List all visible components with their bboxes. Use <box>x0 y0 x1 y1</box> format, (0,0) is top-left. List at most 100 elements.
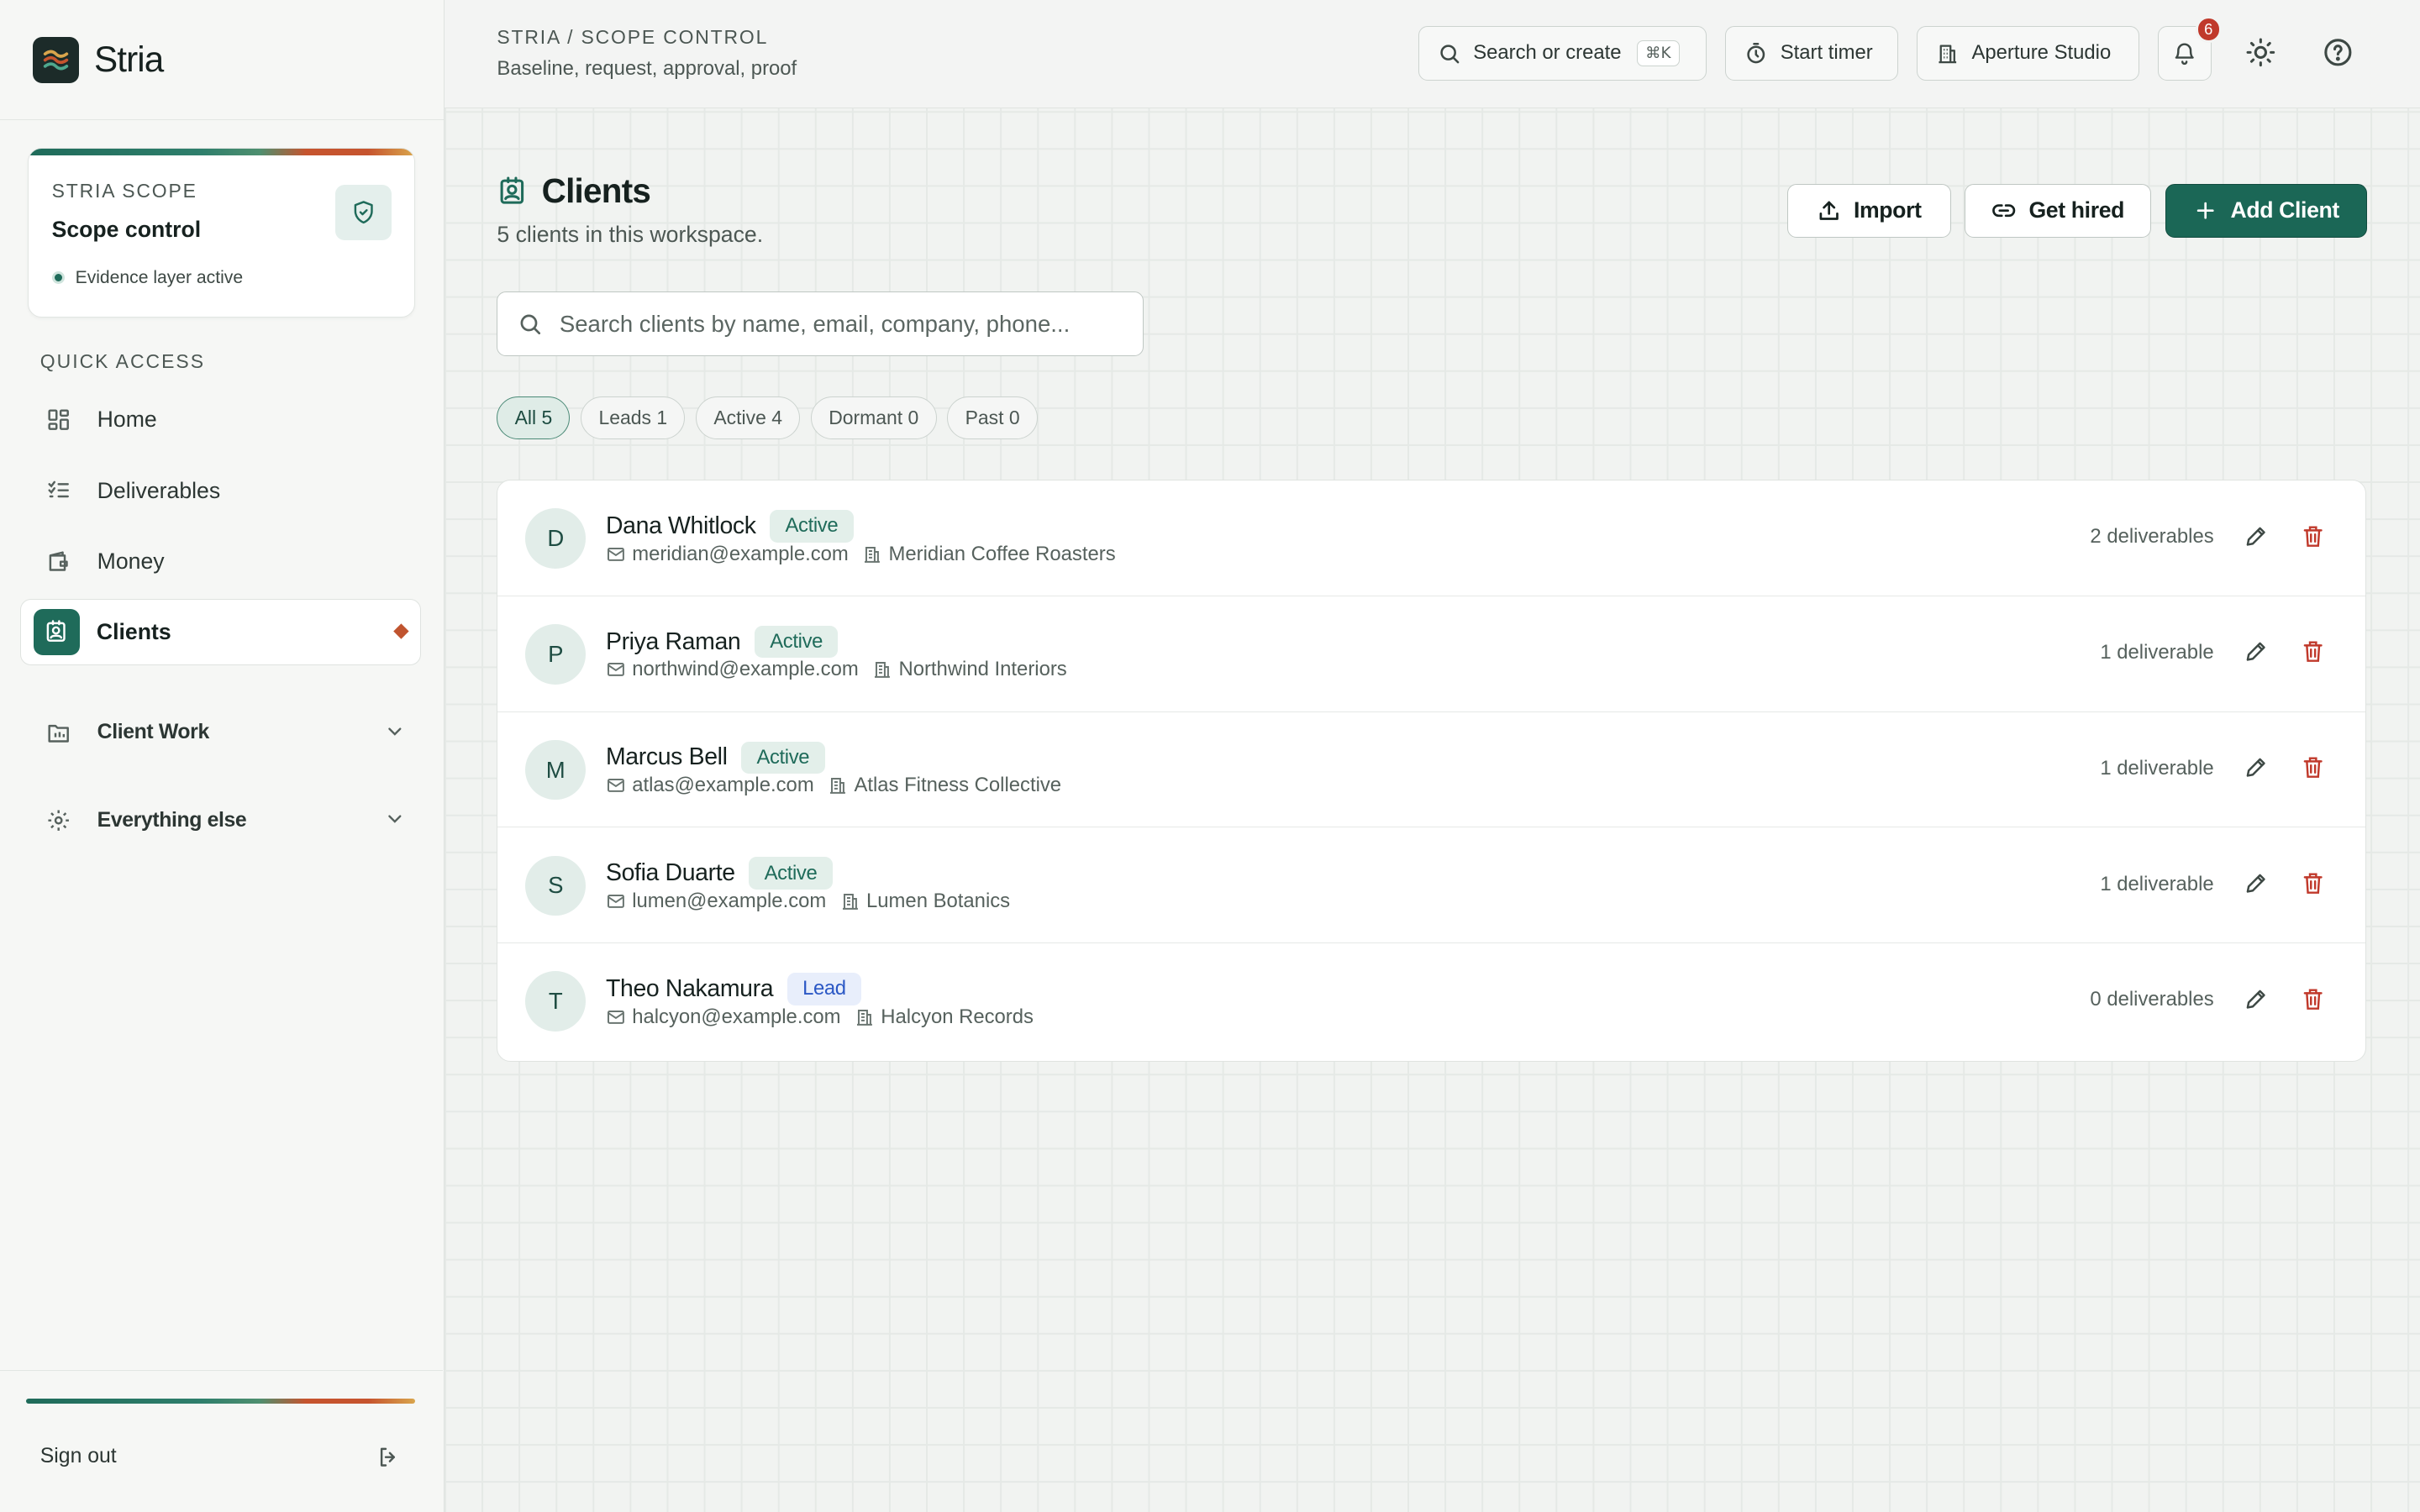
status-badge: Active <box>749 857 833 890</box>
client-search[interactable] <box>497 291 1144 357</box>
sidebar-item-money[interactable]: Money <box>20 528 422 596</box>
status-badge: Active <box>770 510 854 543</box>
client-name[interactable]: Sofia Duarte <box>606 859 735 887</box>
client-name-line: Theo Nakamura Lead <box>606 973 862 1005</box>
help-circle-icon[interactable] <box>2323 37 2354 75</box>
pencil-icon[interactable] <box>2244 755 2268 780</box>
stria-logo-icon <box>32 36 79 83</box>
deliverable-count: 1 deliverable <box>2100 756 2214 780</box>
topbar: STRIA / SCOPE CONTROL Baseline, request,… <box>444 0 2420 108</box>
filter-active[interactable]: Active 4 <box>696 396 801 440</box>
client-company: Northwind Interiors <box>898 658 1067 681</box>
deliverable-count: 2 deliverables <box>2090 525 2214 549</box>
scope-card[interactable]: STRIA SCOPE Scope control Evidence layer… <box>28 148 416 318</box>
filter-dormant[interactable]: Dormant 0 <box>811 396 937 440</box>
avatar: S <box>525 855 587 916</box>
client-company: Lumen Botanics <box>866 889 1011 912</box>
theme-toggle-sun-icon[interactable] <box>2245 37 2276 75</box>
import-label: Import <box>1853 197 1922 223</box>
avatar: P <box>525 624 587 685</box>
keyboard-shortcut: ⌘K <box>1636 40 1680 66</box>
contact-badge-icon <box>33 608 80 655</box>
client-email: northwind@example.com <box>632 658 859 681</box>
mail-icon <box>606 775 626 795</box>
chevron-down-icon <box>384 721 406 748</box>
client-name[interactable]: Dana Whitlock <box>606 512 756 540</box>
get-hired-label: Get hired <box>2028 197 2125 223</box>
client-company: Halcyon Records <box>881 1005 1034 1028</box>
client-row[interactable]: T Theo Nakamura Lead halcyon@example.com… <box>497 943 2365 1059</box>
client-name[interactable]: Marcus Bell <box>606 743 728 771</box>
client-name[interactable]: Theo Nakamura <box>606 975 774 1003</box>
pencil-icon[interactable] <box>2244 524 2268 549</box>
scope-eyebrow: STRIA SCOPE <box>51 180 197 202</box>
chevron-down-icon <box>384 808 406 836</box>
client-row[interactable]: P Priya Raman Active northwind@example.c… <box>497 596 2365 712</box>
client-email: halcyon@example.com <box>632 1005 841 1028</box>
client-row[interactable]: S Sofia Duarte Active lumen@example.com … <box>497 827 2365 944</box>
page-title: Clients <box>497 171 651 211</box>
client-name-line: Dana Whitlock Active <box>606 510 854 543</box>
client-meta: meridian@example.com Meridian Coffee Roa… <box>606 543 1116 566</box>
deliverable-count: 1 deliverable <box>2100 872 2214 895</box>
sidebar-group-client-work[interactable]: Client Work <box>45 714 406 751</box>
filter-past[interactable]: Past 0 <box>947 396 1038 440</box>
status-badge: Active <box>741 741 825 774</box>
sidebar-item-clients[interactable]: Clients <box>19 598 422 665</box>
global-search-button[interactable]: Search or create ⌘K <box>1418 26 1707 81</box>
trash-icon[interactable] <box>2301 639 2325 664</box>
trash-icon[interactable] <box>2301 755 2325 780</box>
client-name-line: Priya Raman Active <box>606 625 839 659</box>
quick-access-label: QUICK ACCESS <box>39 349 206 372</box>
avatar: D <box>525 508 587 569</box>
status-filters: All 5 Leads 1 Active 4 Dormant 0 Past 0 <box>497 396 1048 440</box>
link-icon <box>1991 198 2016 223</box>
footer-accent-bar <box>26 1399 416 1404</box>
filter-all[interactable]: All 5 <box>497 396 571 440</box>
search-icon <box>518 312 542 336</box>
trash-icon[interactable] <box>2301 524 2325 549</box>
start-timer-button[interactable]: Start timer <box>1725 26 1899 81</box>
sign-out-link[interactable]: Sign out <box>40 1445 117 1468</box>
client-row[interactable]: M Marcus Bell Active atlas@example.com A… <box>497 712 2365 828</box>
building-icon <box>862 544 882 564</box>
deliverable-count: 1 deliverable <box>2100 641 2214 664</box>
pencil-icon[interactable] <box>2244 987 2268 1011</box>
get-hired-button[interactable]: Get hired <box>1965 183 2152 238</box>
mail-icon <box>606 544 626 564</box>
import-button[interactable]: Import <box>1786 183 1951 238</box>
client-meta: halcyon@example.com Halcyon Records <box>606 1005 1034 1029</box>
sidebar-group-everything-else[interactable]: Everything else <box>45 802 406 839</box>
sign-out-icon[interactable] <box>376 1445 401 1476</box>
sidebar-item-deliverables[interactable]: Deliverables <box>20 457 422 525</box>
trash-icon[interactable] <box>2301 987 2325 1011</box>
scope-status-text: Evidence layer active <box>75 267 244 287</box>
sidebar-item-home[interactable]: Home <box>20 386 422 454</box>
bell-icon <box>2172 41 2196 66</box>
pencil-icon[interactable] <box>2244 871 2268 895</box>
client-meta: lumen@example.com Lumen Botanics <box>606 890 1010 913</box>
avatar: T <box>525 971 587 1032</box>
sidebar-group-label: Everything else <box>97 809 247 832</box>
filter-leads[interactable]: Leads 1 <box>581 396 686 440</box>
sidebar-item-label: Deliverables <box>97 477 221 503</box>
client-meta: northwind@example.com Northwind Interior… <box>606 658 1067 681</box>
client-name[interactable]: Priya Raman <box>606 628 741 656</box>
brand[interactable]: Stria <box>0 0 444 121</box>
contact-badge-icon <box>497 176 528 207</box>
trash-icon[interactable] <box>2301 871 2325 895</box>
deliverable-count: 0 deliverables <box>2090 988 2214 1011</box>
client-row[interactable]: D Dana Whitlock Active meridian@example.… <box>497 480 2365 596</box>
sidebar-item-label: Money <box>97 549 165 575</box>
client-search-input[interactable] <box>559 310 1116 338</box>
brand-name: Stria <box>94 39 164 80</box>
sidebar-footer: Sign out <box>0 1369 444 1512</box>
active-diamond-indicator <box>393 623 409 639</box>
pencil-icon[interactable] <box>2244 639 2268 664</box>
workspace-switcher[interactable]: Aperture Studio <box>1917 26 2139 81</box>
add-client-button[interactable]: Add Client <box>2165 183 2368 238</box>
folder-icon <box>45 719 72 747</box>
status-dot <box>51 271 65 285</box>
building-icon <box>872 659 892 680</box>
notifications-button[interactable]: 6 <box>2157 16 2222 81</box>
